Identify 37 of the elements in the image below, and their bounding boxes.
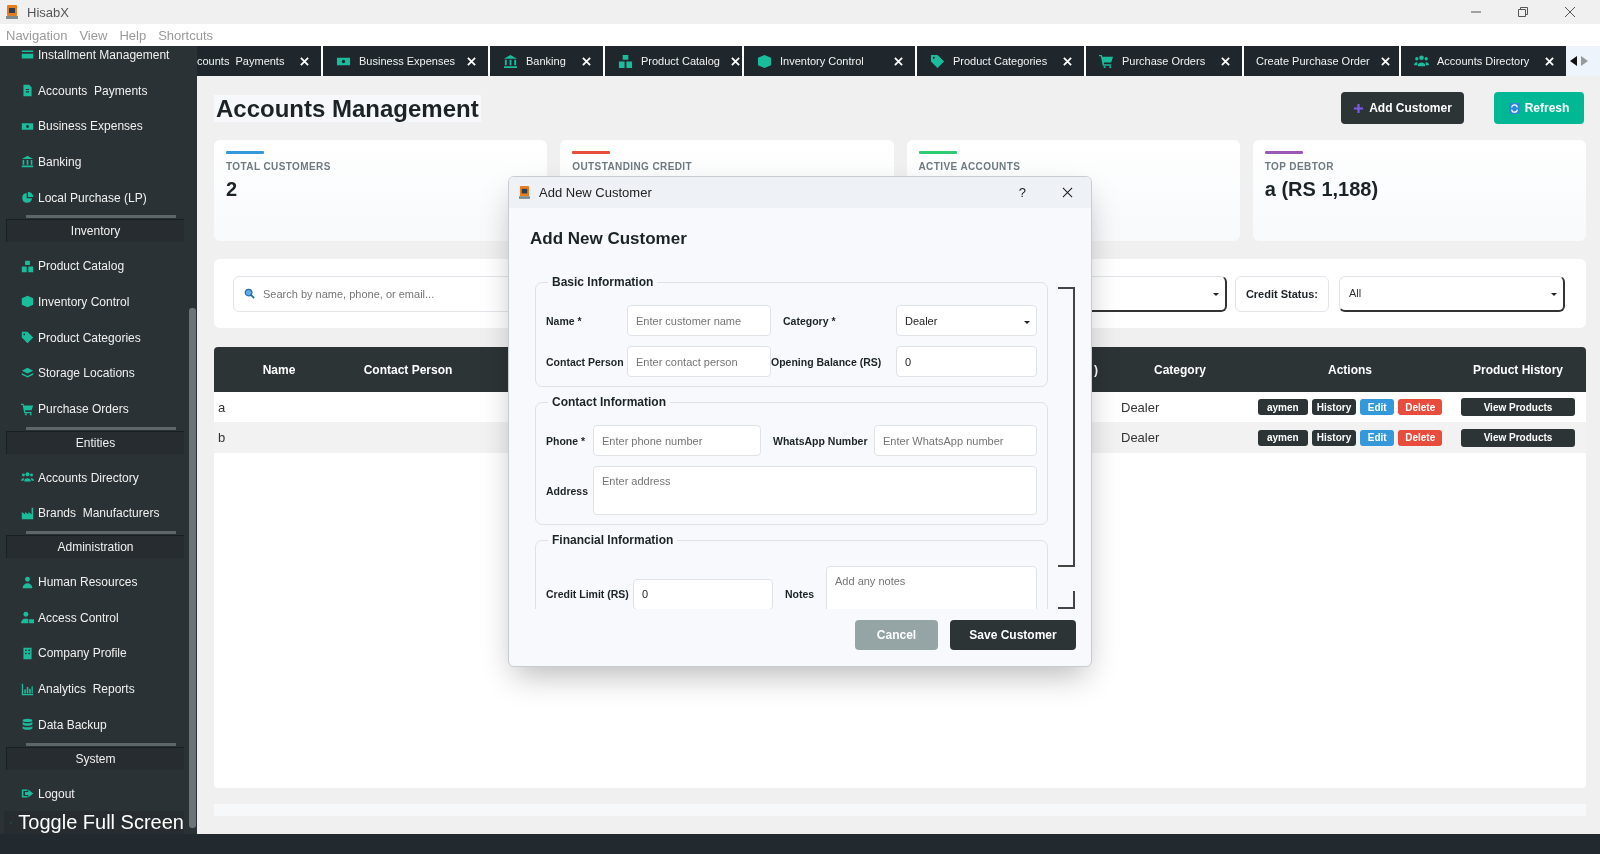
card-label: TOP DEBTOR bbox=[1264, 161, 1335, 172]
column-header: Contact Person bbox=[363, 362, 453, 377]
card-value: 2 bbox=[226, 178, 238, 201]
table-cell-text: Dealer bbox=[1120, 430, 1161, 445]
group-title: Basic Information bbox=[551, 275, 655, 289]
card-value: a (RS 1,188) bbox=[1264, 178, 1379, 201]
table-cell-text: Dealer bbox=[1120, 399, 1161, 415]
card-label: OUTSTANDING CREDIT bbox=[572, 161, 694, 172]
card-label: ACTIVE ACCOUNTS bbox=[918, 161, 1022, 172]
table-cell-text: a bbox=[217, 399, 227, 415]
column-header: Actions bbox=[1328, 362, 1372, 377]
section-header: Administration bbox=[6, 535, 184, 559]
group-title: Financial Information bbox=[551, 533, 675, 547]
field-label: Address bbox=[546, 484, 589, 497]
field-label: Opening Balance (RS) bbox=[771, 355, 883, 368]
section-header: System bbox=[6, 746, 184, 770]
page-title: Accounts Management bbox=[214, 94, 481, 122]
field-label: Credit Limit (RS) bbox=[546, 588, 630, 600]
section-header: Inventory bbox=[6, 219, 184, 243]
group-title: Contact Information bbox=[551, 395, 667, 409]
field-label: WhatsApp Number bbox=[772, 434, 869, 447]
column-header: Product History bbox=[1473, 362, 1563, 377]
dialog-heading: Add New Customer bbox=[530, 228, 688, 250]
filter-label: Credit Status: bbox=[1234, 275, 1329, 312]
table-cell-text: b bbox=[217, 430, 227, 445]
dialog-title: Add New Customer bbox=[539, 185, 652, 200]
app-title: HisabX bbox=[27, 4, 69, 20]
column-header: ) bbox=[1094, 362, 1098, 377]
field-label: Name * bbox=[546, 314, 583, 327]
field-label: Phone * bbox=[546, 434, 587, 447]
field-label: Category * bbox=[782, 314, 837, 327]
card-label: TOTAL CUSTOMERS bbox=[226, 161, 332, 172]
field-label: Contact Person bbox=[546, 355, 625, 368]
column-header: Category bbox=[1154, 362, 1206, 377]
section-header: Entities bbox=[6, 430, 184, 454]
field-label: Notes bbox=[784, 588, 816, 600]
column-header: Name bbox=[262, 362, 296, 377]
